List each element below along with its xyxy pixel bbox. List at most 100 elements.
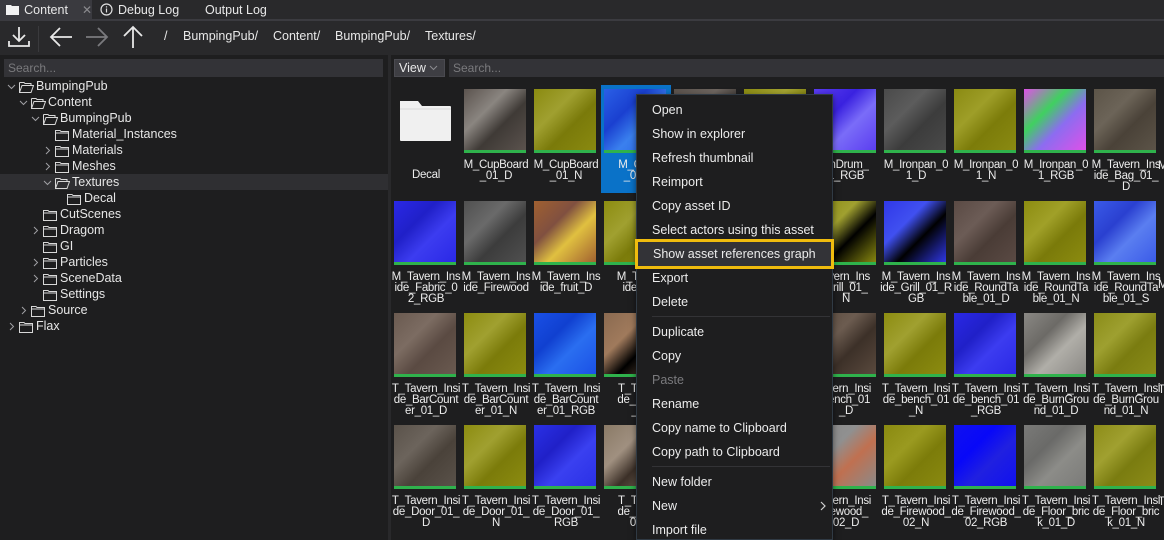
tree-item[interactable]: Textures — [0, 174, 388, 190]
tab-content[interactable]: Content ✕ — [0, 0, 92, 19]
asset-item[interactable]: T_Tavern_Insi de_BarCount er_01_N — [461, 309, 531, 417]
asset-item[interactable]: T_Tavern_Insi de_Door_01_ RGB — [531, 421, 601, 529]
tree-item[interactable]: Flax — [0, 318, 388, 334]
menu-item-new[interactable]: New — [637, 494, 832, 518]
menu-item-copy-path-to-clipboard[interactable]: Copy path to Clipboard — [637, 440, 832, 464]
asset-item[interactable]: M_Tavern_Ins ide_RoundTa ble_01_S — [1091, 197, 1161, 305]
asset-thumbnail — [954, 89, 1016, 153]
asset-name: M_Tavern_Ins ide_RoundTa ble_01_D — [951, 271, 1021, 305]
menu-item-copy-name-to-clipboard[interactable]: Copy name to Clipboard — [637, 416, 832, 440]
tree-item[interactable]: Materials — [0, 142, 388, 158]
asset-search-input[interactable] — [449, 59, 1164, 77]
folder-item[interactable]: Decal — [391, 85, 461, 193]
chevron-right-icon[interactable] — [42, 142, 52, 158]
menu-item-export[interactable]: Export — [637, 266, 832, 290]
asset-item[interactable]: T_Tavern_Insi de_bench_01 _N — [881, 309, 951, 417]
menu-item-delete[interactable]: Delete — [637, 290, 832, 314]
asset-thumbnail — [1094, 425, 1156, 489]
chevron-down-icon[interactable] — [42, 174, 52, 190]
asset-item[interactable]: M_Tavern_Ins ide_Bag_01_ D — [1091, 85, 1161, 193]
asset-thumbnail — [1024, 313, 1086, 377]
asset-item[interactable]: M_Tavern_Ins ide_Grill_01_R GB — [880, 197, 952, 305]
tab-debug-log[interactable]: Debug Log — [97, 0, 179, 19]
asset-thumbnail — [884, 313, 946, 377]
asset-item[interactable]: T_Tavern_Insi de_BarCount er_01_D — [391, 309, 461, 417]
menu-item-show-in-explorer[interactable]: Show in explorer — [637, 122, 832, 146]
chevron-right-icon[interactable] — [30, 270, 40, 286]
asset-item[interactable]: M_Ironpan_0 1_D — [881, 85, 951, 193]
asset-item[interactable]: T_Tavern_Insi de_bench_01 _RGB — [951, 309, 1021, 417]
menu-item-open[interactable]: Open — [637, 98, 832, 122]
menu-item-copy-asset-id[interactable]: Copy asset ID — [637, 194, 832, 218]
tree-item[interactable]: BumpingPub — [0, 78, 388, 94]
close-icon[interactable]: ✕ — [82, 3, 92, 17]
asset-item[interactable]: T_Tavern_Insi de_BurnGrou nd_01_N — [1091, 309, 1161, 417]
breadcrumb-item[interactable]: BumpingPub/ — [183, 29, 258, 43]
chevron-down-icon[interactable] — [18, 94, 28, 110]
chevron-right-icon[interactable] — [30, 222, 40, 238]
tree-item[interactable]: GI — [0, 238, 388, 254]
asset-item[interactable]: M_Tavern_Ins ide_RoundTa ble_01_N — [1021, 197, 1091, 305]
tree-search-input[interactable] — [4, 59, 383, 77]
tree-item[interactable]: Source — [0, 302, 388, 318]
asset-item[interactable]: T_Tavern_Insi de_Floor_bric k_01_D — [1021, 421, 1091, 529]
import-button[interactable] — [5, 25, 33, 53]
tree-item[interactable]: BumpingPub — [0, 110, 388, 126]
asset-item[interactable]: M_Tavern_Ins ide_RoundTa ble_01_D — [951, 197, 1021, 305]
menu-item-label: Delete — [652, 295, 689, 309]
view-dropdown[interactable]: View — [394, 59, 445, 77]
chevron-right-icon[interactable] — [30, 254, 40, 270]
asset-item[interactable]: T_Tavern_Insi de_Door_01_ N — [461, 421, 531, 529]
tab-label: Content — [24, 2, 68, 17]
breadcrumb-item[interactable]: Content/ — [273, 29, 320, 43]
tree-item[interactable]: Settings — [0, 286, 388, 302]
back-button[interactable] — [47, 25, 75, 53]
menu-item-duplicate[interactable]: Duplicate — [637, 320, 832, 344]
tree-item[interactable]: Decal — [0, 190, 388, 206]
asset-thumbnail — [464, 89, 526, 153]
tree-item[interactable]: Dragom — [0, 222, 388, 238]
tree-item[interactable]: CutScenes — [0, 206, 388, 222]
menu-item-new-folder[interactable]: New folder — [637, 470, 832, 494]
menu-item-rename[interactable]: Rename — [637, 392, 832, 416]
tree-item[interactable]: Material_Instances — [0, 126, 388, 142]
asset-item[interactable]: M_CupBoard _01_N — [531, 85, 601, 193]
asset-item[interactable]: M_Ironpan_0 1_RGB — [1021, 85, 1091, 193]
asset-type-bar — [884, 150, 946, 153]
forward-button[interactable] — [83, 25, 111, 53]
menu-item-import-file[interactable]: Import file — [637, 518, 832, 540]
menu-item-reimport[interactable]: Reimport — [637, 170, 832, 194]
breadcrumb-root[interactable]: / — [164, 29, 167, 43]
menu-item-copy[interactable]: Copy — [637, 344, 832, 368]
tree-item[interactable]: Particles — [0, 254, 388, 270]
asset-item[interactable]: T_Tavern_Insi de_Door_01_ D — [391, 421, 461, 529]
chevron-right-icon[interactable] — [18, 302, 28, 318]
up-button[interactable] — [119, 25, 147, 53]
tree-item[interactable]: Meshes — [0, 158, 388, 174]
asset-item[interactable]: M_CupBoard _01_D — [461, 85, 531, 193]
tree-item[interactable]: SceneData — [0, 270, 388, 286]
chevron-down-icon[interactable] — [30, 110, 40, 126]
chevron-down-icon[interactable] — [6, 78, 16, 94]
breadcrumb-item[interactable]: Textures/ — [425, 29, 476, 43]
tab-output-log[interactable]: Output Log — [205, 0, 267, 19]
asset-item[interactable]: T_Tavern_Insi de_BurnGrou nd_01_D — [1021, 309, 1091, 417]
asset-item[interactable]: T_Tavern_Insi de_BarCount er_01_RGB — [531, 309, 601, 417]
menu-item-select-actors-using-this-asset[interactable]: Select actors using this asset — [637, 218, 832, 242]
chevron-right-icon[interactable] — [42, 158, 52, 174]
asset-item[interactable]: T_Tavern_Insi de_Firewood_ 02_RGB — [951, 421, 1021, 529]
toolbar: / BumpingPub/ Content/ BumpingPub/ Textu… — [0, 21, 1164, 55]
chevron-right-icon[interactable] — [6, 318, 16, 334]
menu-item-label: Refresh thumbnail — [652, 151, 754, 165]
breadcrumb-item[interactable]: BumpingPub/ — [335, 29, 410, 43]
asset-item[interactable]: M_Tavern_Ins ide_Firewood — [461, 197, 531, 305]
menu-item-refresh-thumbnail[interactable]: Refresh thumbnail — [637, 146, 832, 170]
tree-item-label: Textures — [72, 175, 120, 189]
menu-item-show-asset-references-graph[interactable]: Show asset references graph — [635, 239, 834, 269]
asset-item[interactable]: M_Tavern_Ins ide_Fabric_0 2_RGB — [391, 197, 461, 305]
tree-item[interactable]: Content — [0, 94, 388, 110]
asset-item[interactable]: T_Tavern_Insi de_Floor_bric k_01_N — [1091, 421, 1161, 529]
asset-item[interactable]: M_Tavern_Ins ide_fruit_D — [531, 197, 601, 305]
asset-item[interactable]: M_Ironpan_0 1_N — [951, 85, 1021, 193]
asset-item[interactable]: T_Tavern_Insi de_Firewood_ 02_N — [881, 421, 951, 529]
